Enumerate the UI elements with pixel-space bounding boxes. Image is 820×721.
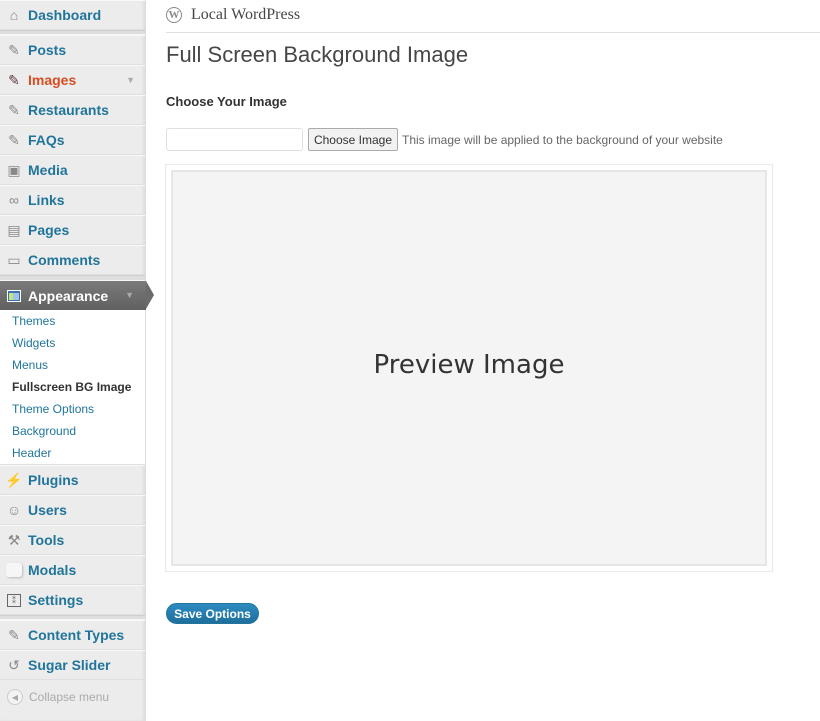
page-title: Full Screen Background Image <box>166 42 469 67</box>
site-title[interactable]: Local WordPress <box>191 6 300 24</box>
pushpin-icon: ✎ <box>8 626 20 643</box>
expand-arrow-icon[interactable]: ▼ <box>126 75 135 85</box>
wordpress-logo-icon: W <box>166 7 182 23</box>
collapse-arrow-icon[interactable]: ▼ <box>125 290 134 300</box>
submenu-header[interactable]: Header <box>12 446 51 460</box>
menu-settings[interactable]: ⁑ Settings <box>0 585 145 615</box>
plug-icon: ⚡ <box>5 471 23 488</box>
menu-users[interactable]: ☺ Users <box>0 495 145 525</box>
preview-image-area: Preview Image <box>171 170 767 566</box>
menu-comments[interactable]: ▭ Comments <box>0 245 145 275</box>
submenu-widgets[interactable]: Widgets <box>12 336 55 350</box>
choose-image-button[interactable]: Choose Image <box>308 128 398 151</box>
dashboard-home-icon: ⌂ <box>9 7 19 23</box>
settings-sliders-icon: ⁑ <box>0 593 28 607</box>
preview-image-placeholder: Preview Image <box>373 350 565 380</box>
menu-tools[interactable]: ⚒ Tools <box>0 525 145 555</box>
menu-pages[interactable]: ▤ Pages <box>0 215 145 245</box>
menu-faqs[interactable]: ✎ FAQs <box>0 125 145 155</box>
appearance-window-icon <box>0 289 28 302</box>
submenu-menus[interactable]: Menus <box>12 358 48 372</box>
menu-dashboard[interactable]: ⌂ Dashboard <box>0 0 145 30</box>
menu-restaurants[interactable]: ✎ Restaurants <box>0 95 145 125</box>
modal-icon <box>0 563 28 577</box>
appearance-submenu: Themes Widgets Menus Fullscreen BG Image… <box>0 310 145 465</box>
save-options-button[interactable]: Save Options <box>166 603 259 624</box>
menu-media[interactable]: ▣ Media <box>0 155 145 185</box>
users-icon: ☺ <box>6 502 22 518</box>
preview-frame: Preview Image <box>165 164 773 572</box>
menu-modals[interactable]: Modals <box>0 555 145 585</box>
image-hint-text: This image will be applied to the backgr… <box>402 133 723 147</box>
media-camera-icon: ▣ <box>7 161 21 178</box>
sugar-slider-icon: ↺ <box>8 656 20 673</box>
menu-posts[interactable]: ✎ Posts <box>0 35 145 65</box>
tools-icon: ⚒ <box>7 531 21 548</box>
site-header: W Local WordPress <box>166 0 820 33</box>
menu-links[interactable]: ∞ Links <box>0 185 145 215</box>
pushpin-icon: ✎ <box>8 101 20 118</box>
menu-sugar-slider[interactable]: ↺ Sugar Slider <box>0 650 145 680</box>
admin-sidebar: ⌂ Dashboard ✎ Posts ✎ Images ▼ ✎ Restaur… <box>0 0 154 721</box>
submenu-background[interactable]: Background <box>12 424 76 438</box>
menu-content-types[interactable]: ✎ Content Types <box>0 620 145 650</box>
comment-bubble-icon: ▭ <box>7 251 21 268</box>
collapse-menu-button[interactable]: ◀ Collapse menu <box>0 684 145 710</box>
submenu-themes[interactable]: Themes <box>12 314 55 328</box>
submenu-fullscreen-bg-image[interactable]: Fullscreen BG Image <box>12 380 131 394</box>
menu-plugins[interactable]: ⚡ Plugins <box>0 465 145 495</box>
chain-link-icon: ∞ <box>9 192 19 208</box>
choose-image-label: Choose Your Image <box>166 94 287 109</box>
pushpin-icon: ✎ <box>8 41 20 58</box>
menu-images[interactable]: ✎ Images ▼ <box>0 65 145 95</box>
pushpin-icon: ✎ <box>8 131 20 148</box>
collapse-arrow-icon: ◀ <box>7 689 23 705</box>
menu-appearance[interactable]: Appearance ▼ <box>0 281 154 310</box>
pushpin-icon: ✎ <box>8 71 20 88</box>
image-url-input[interactable] <box>166 128 303 151</box>
submenu-theme-options[interactable]: Theme Options <box>12 402 94 416</box>
pages-icon: ▤ <box>7 221 21 238</box>
